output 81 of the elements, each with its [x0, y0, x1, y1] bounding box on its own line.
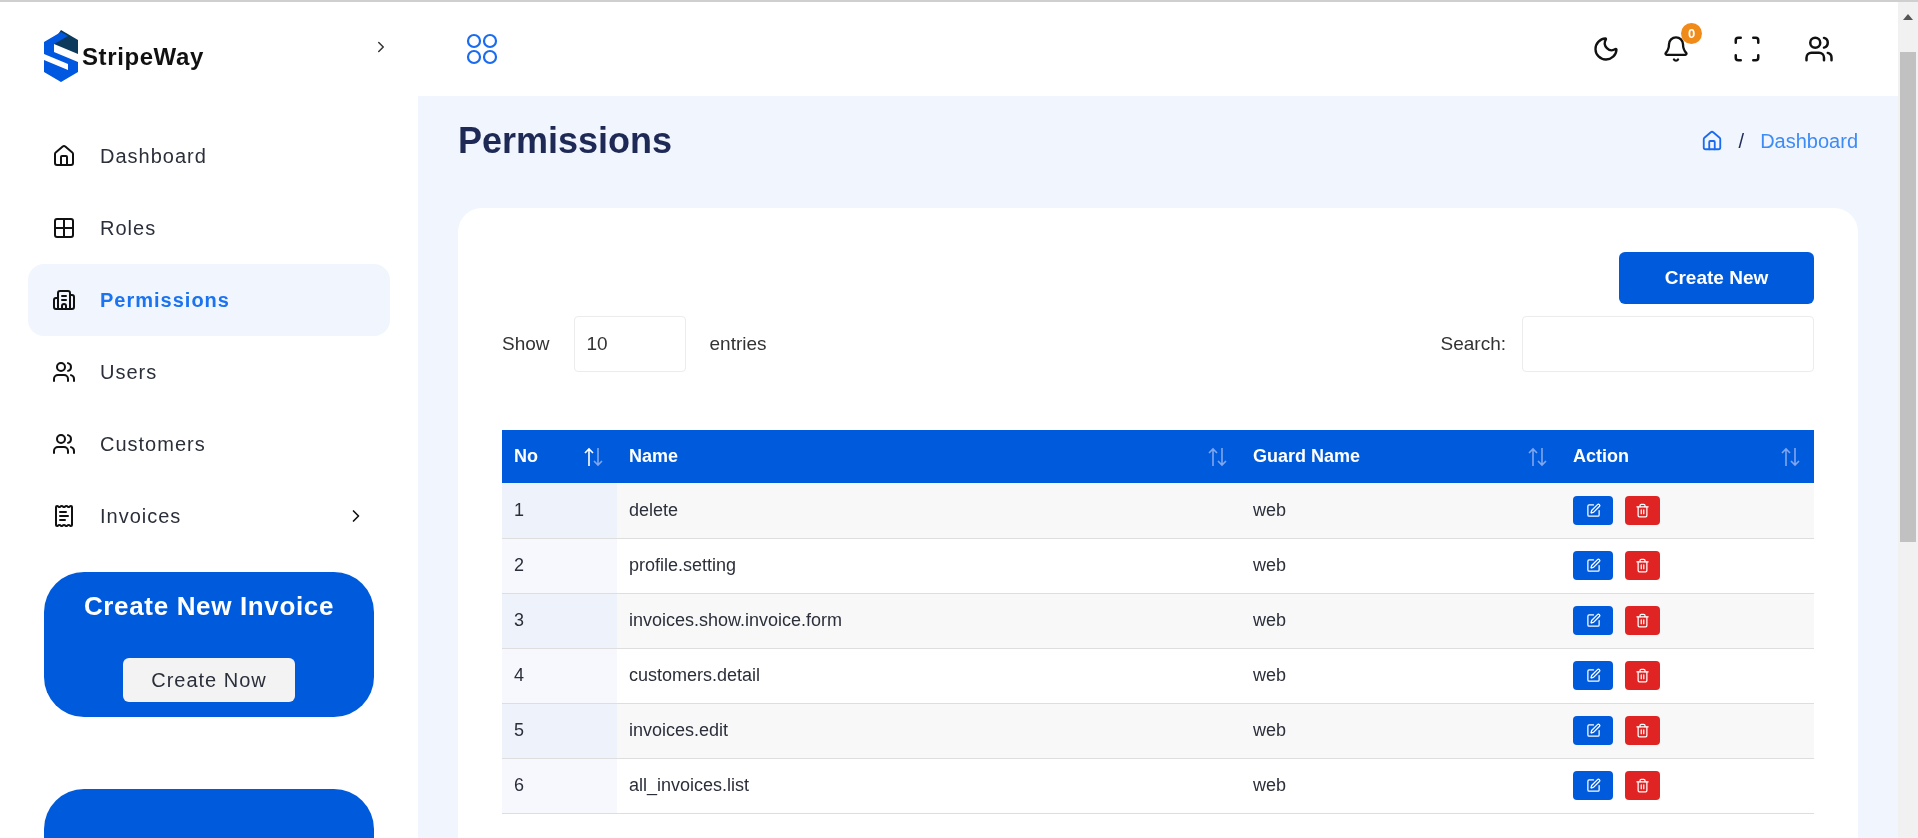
table-cell: invoices.edit: [617, 703, 1241, 758]
page-title: Permissions: [458, 119, 673, 163]
delete-button[interactable]: [1625, 661, 1660, 690]
table-cell: customers.detail: [617, 648, 1241, 703]
delete-button[interactable]: [1625, 771, 1660, 800]
table-cell: web: [1241, 648, 1561, 703]
create-new-button[interactable]: Create New: [1619, 252, 1814, 304]
sidebar-item[interactable]: Roles: [28, 192, 390, 264]
brand-name: StripeWay: [82, 42, 204, 72]
home-icon[interactable]: [1700, 130, 1723, 152]
table-cell: invoices.show.invoice.form: [617, 593, 1241, 648]
entries-label: entries: [709, 331, 767, 356]
table-cell: 4: [502, 648, 617, 703]
trash-icon: [1635, 668, 1650, 683]
breadcrumb-separator: /: [1738, 129, 1745, 154]
trash-icon: [1635, 613, 1650, 628]
logo-icon: [44, 30, 78, 84]
table-cell: web: [1241, 593, 1561, 648]
column-header[interactable]: Guard Name: [1241, 430, 1561, 483]
edit-button[interactable]: [1573, 716, 1613, 745]
column-header[interactable]: No: [502, 430, 617, 483]
table-cell: all_invoices.list: [617, 758, 1241, 813]
building-icon: [52, 288, 76, 312]
table-cell: web: [1241, 758, 1561, 813]
table-cell: profile.setting: [617, 538, 1241, 593]
bell-icon[interactable]: [1662, 35, 1690, 63]
table-cell: delete: [617, 483, 1241, 538]
edit-button[interactable]: [1573, 661, 1613, 690]
sort-arrows-icon[interactable]: [1207, 445, 1229, 468]
table-cell: 3: [502, 593, 617, 648]
home-icon: [52, 144, 76, 168]
edit-icon: [1585, 723, 1601, 738]
trash-icon: [1635, 502, 1650, 518]
apps-icon[interactable]: [466, 33, 498, 65]
trash-icon: [1635, 558, 1650, 573]
table-cell: web: [1241, 483, 1561, 538]
sort-arrows-icon[interactable]: [1527, 445, 1549, 468]
edit-button[interactable]: [1573, 551, 1613, 580]
edit-icon: [1585, 558, 1601, 573]
users-icon: [52, 360, 76, 384]
edit-button[interactable]: [1573, 495, 1613, 525]
trash-icon: [1635, 723, 1650, 738]
delete-button[interactable]: [1625, 551, 1660, 580]
scrollbar[interactable]: [1898, 2, 1918, 838]
table-cell: 1: [502, 483, 617, 538]
receipt-icon: [52, 504, 76, 528]
sort-arrows-icon[interactable]: [1780, 445, 1802, 468]
sidebar-item[interactable]: Dashboard: [28, 120, 390, 192]
table-cell: 2: [502, 538, 617, 593]
search-label: Search:: [1440, 331, 1506, 356]
delete-button[interactable]: [1625, 495, 1660, 525]
promo-title: Create New Invoice: [83, 589, 335, 623]
edit-icon: [1585, 778, 1601, 793]
sidebar-item[interactable]: Invoices: [28, 480, 390, 552]
column-header[interactable]: Name: [617, 430, 1241, 483]
delete-button[interactable]: [1625, 606, 1660, 635]
sort-arrows-icon[interactable]: [583, 445, 605, 468]
users-icon: [52, 432, 76, 456]
page-size-field[interactable]: 10: [573, 316, 686, 372]
sidebar-item[interactable]: Customers: [28, 408, 390, 480]
edit-button[interactable]: [1573, 771, 1613, 800]
table-cell: web: [1241, 703, 1561, 758]
edit-icon: [1585, 502, 1601, 518]
table-cell: 5: [502, 703, 617, 758]
sidebar-item[interactable]: Permissions: [28, 264, 390, 336]
moon-icon[interactable]: [1592, 35, 1620, 63]
fullscreen-icon[interactable]: [1732, 34, 1762, 64]
column-header[interactable]: Action: [1561, 430, 1814, 483]
grid-icon: [52, 216, 76, 240]
users-icon[interactable]: [1804, 34, 1834, 64]
table-cell: web: [1241, 538, 1561, 593]
trash-icon: [1635, 778, 1650, 793]
table-cell: 6: [502, 758, 617, 813]
edit-icon: [1585, 668, 1601, 683]
create-now-button[interactable]: Create Now: [123, 657, 295, 702]
edit-icon: [1585, 613, 1601, 628]
show-label: Show: [502, 331, 550, 356]
notification-count: 0: [1681, 23, 1702, 44]
delete-button[interactable]: [1625, 716, 1660, 745]
edit-button[interactable]: [1573, 606, 1613, 635]
sidebar-item[interactable]: Users: [28, 336, 390, 408]
